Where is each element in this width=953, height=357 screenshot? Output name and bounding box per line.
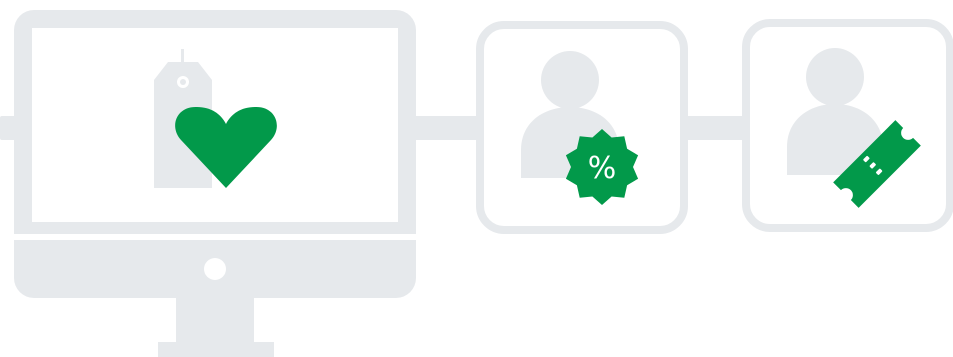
discount-badge-symbol: % bbox=[588, 151, 617, 186]
user-head bbox=[806, 48, 864, 106]
connector-card-to-card bbox=[684, 116, 746, 140]
user-head bbox=[541, 51, 599, 109]
monitor-neck bbox=[176, 296, 254, 344]
user-coupon-card bbox=[742, 19, 953, 232]
computer-monitor-icon bbox=[14, 10, 416, 357]
illustration: % bbox=[0, 10, 953, 357]
monitor-divider bbox=[14, 234, 416, 240]
user-discount-card: % bbox=[476, 21, 688, 234]
monitor-stand-base bbox=[158, 342, 274, 357]
connector-left bbox=[0, 116, 16, 140]
monitor-power-dot bbox=[204, 258, 226, 280]
connector-monitor-to-card bbox=[412, 116, 480, 140]
price-tag-hole-center bbox=[180, 79, 186, 85]
price-tag-string bbox=[181, 49, 184, 77]
